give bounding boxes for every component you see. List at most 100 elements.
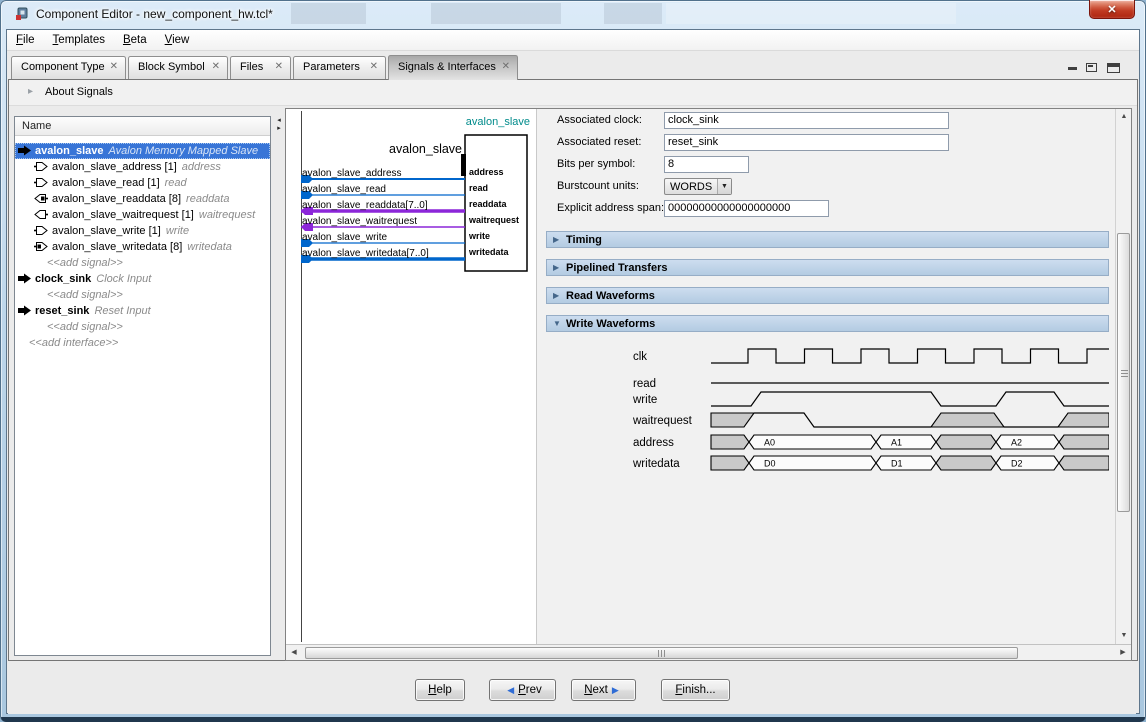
tree-row-avalon-slave-waitrequest-1[interactable]: avalon_slave_waitrequest [1]waitrequest [15, 207, 270, 223]
tab-close-icon[interactable]: ✕ [275, 61, 283, 72]
block-diagram[interactable]: avalon_slaveavalon_slaveavalon_slave_add… [286, 109, 536, 644]
waveform-unknown-region [711, 413, 754, 427]
splitter-expand-icon[interactable]: ▸ [274, 125, 284, 133]
close-button[interactable]: ✕ [1089, 0, 1135, 19]
scroll-right-icon[interactable]: ▶ [1115, 645, 1131, 661]
vertical-scrollbar-thumb[interactable] [1117, 233, 1130, 512]
waveform-unknown-region [711, 456, 749, 470]
expand-triangle-icon: ▶ [553, 288, 559, 303]
tree-item-label: avalon_slave_waitrequest [1]waitrequest [52, 207, 255, 223]
signals-tree[interactable]: Name avalon_slaveAvalon Memory Mapped Sl… [14, 116, 271, 656]
waveform-unknown-region [1059, 435, 1109, 449]
vertical-scrollbar[interactable]: ▲ ▼ [1115, 109, 1131, 644]
tree-item-label: <<add signal>> [47, 319, 123, 335]
tab-signals-interfaces[interactable]: Signals & Interfaces ✕ [388, 55, 518, 80]
interface-detail-area: avalon_slaveavalon_slaveavalon_slave_add… [285, 108, 1132, 661]
about-signals-strip[interactable]: ▸ About Signals [9, 80, 1137, 106]
disclosure-triangle-icon[interactable]: ▸ [28, 86, 33, 97]
section-label: Write Waveforms [566, 317, 655, 332]
menu-beta[interactable]: Beta [114, 31, 156, 52]
waveform-trace [754, 413, 931, 427]
tab-component-type[interactable]: Component Type✕ [11, 56, 126, 79]
input-bus-port-icon [34, 193, 48, 204]
tree-row-add-signal[interactable]: <<add signal>> [15, 319, 270, 335]
tree-item-label: avalon_slave_writedata [8]writedata [52, 239, 232, 255]
tree-row-avalon-slave[interactable]: avalon_slaveAvalon Memory Mapped Slave [15, 143, 270, 159]
tree-row-avalon-slave-write-1[interactable]: avalon_slave_write [1]write [15, 223, 270, 239]
waveform-unknown-region [1058, 413, 1109, 427]
help-button[interactable]: Help [415, 679, 465, 701]
scroll-up-icon[interactable]: ▲ [1116, 109, 1132, 125]
background-bleed [431, 3, 561, 24]
expand-triangle-icon: ▶ [553, 260, 559, 275]
menu-view[interactable]: View [156, 31, 199, 52]
input-port-icon [34, 209, 48, 220]
associated-reset-field[interactable]: reset_sink [664, 134, 949, 151]
tree-row-add-signal[interactable]: <<add signal>> [15, 255, 270, 271]
port-name-address: avalon_slave_address [302, 168, 402, 179]
waveform-bus-value: A2 [1011, 438, 1022, 448]
tree-item-label: <<add signal>> [47, 287, 123, 303]
menu-file[interactable]: File [7, 31, 44, 52]
form-label-bits-per-symbol: Bits per symbol: [557, 158, 635, 170]
tab-close-icon[interactable]: ✕ [110, 61, 118, 72]
tab-close-icon[interactable]: ✕ [370, 61, 378, 72]
prev-arrow-icon: ◀ [507, 685, 514, 695]
window-title: Component Editor - new_component_hw.tcl* [36, 7, 273, 21]
scroll-left-icon[interactable]: ◀ [286, 645, 302, 661]
tree-header-name[interactable]: Name [15, 117, 270, 136]
waveform-unknown-region [936, 456, 996, 470]
about-signals-label: About Signals [45, 86, 113, 98]
splitter-collapse-icon[interactable]: ◂ [274, 117, 284, 125]
waveform-trace [711, 392, 1109, 406]
horizontal-scrollbar[interactable]: ◀ ▶ [286, 644, 1131, 660]
tree-row-avalon-slave-read-1[interactable]: avalon_slave_read [1]read [15, 175, 270, 191]
burstcount-units-select[interactable]: WORDS▼ [664, 178, 732, 195]
tree-item-label: avalon_slave_write [1]write [52, 223, 189, 239]
explicit-address-span-field[interactable]: 00000000000000000000 [664, 200, 829, 217]
menu-templates[interactable]: Templates [44, 31, 114, 52]
tree-item-type: writedata [187, 241, 232, 253]
next-button[interactable]: Next▶ [571, 679, 636, 701]
tree-row-add-signal[interactable]: <<add signal>> [15, 287, 270, 303]
tree-row-clock-sink[interactable]: clock_sinkClock Input [15, 271, 270, 287]
tab-close-icon[interactable]: ✕ [502, 61, 510, 72]
prev-button[interactable]: ◀Prev [489, 679, 556, 701]
horizontal-scrollbar-thumb[interactable] [305, 647, 1018, 659]
tab-block-symbol[interactable]: Block Symbol✕ [128, 56, 228, 79]
dropdown-arrow-icon[interactable]: ▼ [717, 179, 731, 194]
waveform-bus-value: A0 [764, 438, 775, 448]
waveform-signal-write: write [632, 394, 657, 406]
maximize-pane-icon[interactable] [1107, 63, 1120, 73]
section-write-waveforms[interactable]: ▼Write Waveforms [546, 315, 1109, 332]
finish-button[interactable]: Finish... [661, 679, 730, 701]
tab-label: Signals & Interfaces [398, 61, 496, 73]
section-timing[interactable]: ▶Timing [546, 231, 1109, 248]
app-icon [14, 6, 30, 22]
scroll-down-icon[interactable]: ▼ [1116, 628, 1132, 644]
tree-item-label: reset_sinkReset Input [35, 303, 151, 319]
wizard-button-bar: Help ◀Prev Next▶ Finish... [8, 662, 1136, 714]
inner-port-name-address: address [469, 167, 504, 177]
tab-parameters[interactable]: Parameters✕ [293, 56, 386, 79]
splitter[interactable]: ◂ ▸ [274, 117, 284, 137]
tree-row-reset-sink[interactable]: reset_sinkReset Input [15, 303, 270, 319]
tree-row-avalon-slave-writedata-8[interactable]: avalon_slave_writedata [8]writedata [15, 239, 270, 255]
tree-row-avalon-slave-readdata-8[interactable]: avalon_slave_readdata [8]readdata [15, 191, 270, 207]
section-pipelined-transfers[interactable]: ▶Pipelined Transfers [546, 259, 1109, 276]
interface-properties-panel: clkreadwritewaitrequestaddressA0A1A2writ… [536, 109, 1115, 644]
interface-title-teal: avalon_slave [466, 116, 530, 128]
tree-row-add-interface[interactable]: <<add interface>> [15, 335, 270, 351]
tab-close-icon[interactable]: ✕ [212, 61, 220, 72]
titlebar[interactable]: Component Editor - new_component_hw.tcl*… [6, 0, 1140, 29]
tree-row-avalon-slave-address-1[interactable]: avalon_slave_address [1]address [15, 159, 270, 175]
form-label-explicit-address-span: Explicit address span: [557, 202, 664, 214]
tab-files[interactable]: Files✕ [230, 56, 291, 79]
minimize-pane-icon[interactable] [1067, 61, 1078, 73]
section-read-waveforms[interactable]: ▶Read Waveforms [546, 287, 1109, 304]
waveform-unknown-region [1059, 456, 1109, 470]
bits-per-symbol-field[interactable]: 8 [664, 156, 749, 173]
float-pane-icon[interactable] [1086, 63, 1097, 72]
associated-clock-field[interactable]: clock_sink [664, 112, 949, 129]
interface-arrow-icon [18, 145, 32, 156]
